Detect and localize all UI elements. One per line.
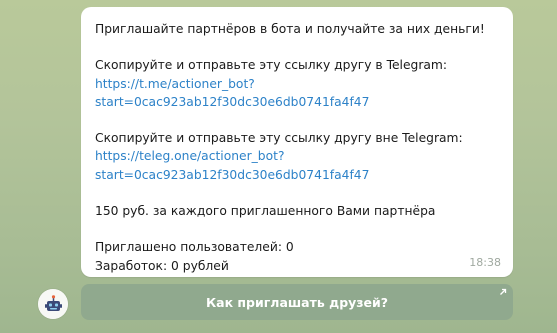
outside-telegram-label: Скопируйте и отправьте эту ссылку другу … bbox=[95, 131, 463, 146]
how-to-invite-label: Как приглашать друзей? bbox=[205, 294, 389, 310]
outside-telegram-link[interactable]: https://teleg.one/actioner_bot? start=0c… bbox=[95, 147, 499, 183]
bot-avatar-icon bbox=[38, 289, 68, 319]
external-arrow-icon bbox=[500, 288, 507, 295]
outside-link-line-2[interactable]: start=0cac923ab12f30dc30e6db0741fa4f47 bbox=[95, 166, 499, 184]
reward-text: 150 руб. за каждого приглашенного Вами п… bbox=[95, 203, 436, 218]
inside-link-line-2[interactable]: start=0cac923ab12f30dc30e6db0741fa4f47 bbox=[95, 93, 499, 111]
message-bubble: Приглашайте партнёров в бота и получайте… bbox=[81, 7, 513, 277]
message-heading: Приглашайте партнёров в бота и получайте… bbox=[95, 22, 485, 36]
inside-telegram-label: Скопируйте и отправьте эту ссылку другу … bbox=[95, 58, 448, 73]
inside-telegram-link[interactable]: https://t.me/actioner_bot? start=0cac923… bbox=[95, 75, 499, 111]
invited-count: Приглашено пользователей: 0 bbox=[95, 240, 294, 255]
how-to-invite-button[interactable]: Как приглашать друзей? bbox=[81, 284, 513, 320]
outside-link-line-1[interactable]: https://teleg.one/actioner_bot? bbox=[95, 147, 499, 165]
earnings: Заработок: 0 рублей bbox=[95, 258, 229, 273]
inside-link-line-1[interactable]: https://t.me/actioner_bot? bbox=[95, 75, 499, 93]
message-timestamp: 18:38 bbox=[469, 255, 501, 269]
bot-avatar[interactable] bbox=[38, 289, 68, 319]
